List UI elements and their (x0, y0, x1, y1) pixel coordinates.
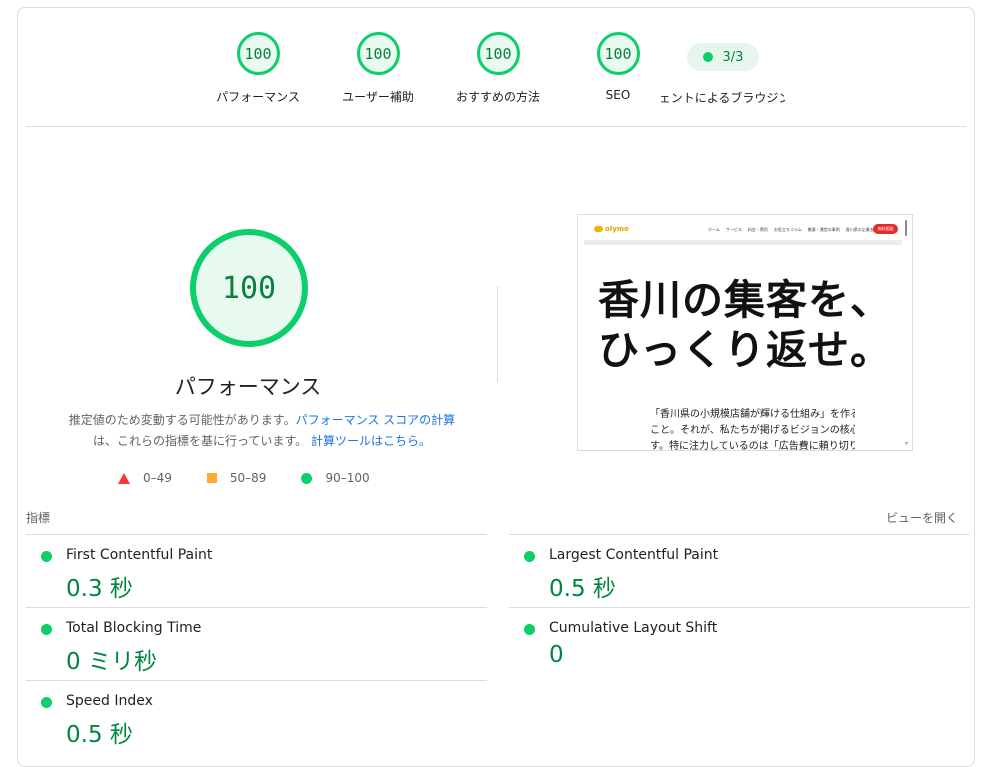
final-screenshot-thumbnail[interactable]: olyme ホーム サービス 料金・費用 お役立ちコラム 集客・運営の事例 香川… (577, 214, 913, 451)
legend-pass: 90–100 (301, 471, 370, 485)
metric-title: First Contentful Paint (66, 547, 213, 563)
legend-average: 50–89 (206, 471, 267, 485)
metric-title: Largest Contentful Paint (549, 547, 719, 563)
legend-fail-range: 0–49 (143, 471, 172, 485)
gauge-seo-score: 100 (596, 32, 640, 75)
gauge-best-practices[interactable]: 100 おすすめの方法 (448, 32, 548, 105)
site-cta-button: 無料相談 (873, 224, 898, 234)
gauge-accessibility-label: ユーザー補助 (342, 90, 414, 104)
legend-pass-range: 90–100 (325, 471, 370, 485)
gauge-performance-score: 100 (236, 32, 280, 75)
gauge-agentic-browsing[interactable]: 3/3 エージェントによるブラウジング (661, 32, 785, 106)
pass-dot-icon (524, 624, 535, 635)
performance-description: 推定値のため変動する可能性があります。パフォーマンス スコアの計算 は、これらの… (46, 410, 478, 452)
pass-dot-icon (41, 551, 52, 562)
site-menu-item: ホーム (708, 227, 720, 232)
performance-score-gauge: 100 (190, 229, 308, 347)
average-square-icon (206, 473, 217, 483)
scroll-down-icon: ▾ (904, 440, 908, 447)
gauge-best-practices-label: おすすめの方法 (455, 90, 540, 104)
metric-speed-index: Speed Index 0.5 秒 (26, 680, 487, 753)
site-menu-item: お役立ちコラム (773, 227, 802, 232)
metric-title: Speed Index (66, 693, 153, 709)
gauge-best-practices-score: 100 (476, 32, 520, 75)
pass-dot-icon (524, 551, 535, 562)
site-menu: ホーム サービス 料金・費用 お役立ちコラム 集客・運営の事例 香川県の企業支援 (708, 227, 878, 233)
view-toggle-button[interactable]: ビューを開く (886, 509, 958, 526)
metric-value: 0.3 秒 (66, 576, 133, 602)
site-menu-item: サービス (725, 227, 742, 232)
agentic-browsing-badge: 3/3 (687, 43, 759, 71)
score-calc-link[interactable]: パフォーマンス スコアの計算 (296, 413, 456, 427)
site-logo: olyme (594, 225, 629, 233)
pass-dot-icon (41, 624, 52, 635)
gauge-accessibility[interactable]: 100 ユーザー補助 (328, 32, 428, 105)
metric-value: 0 ミリ秒 (66, 649, 157, 675)
site-header-bar (584, 240, 902, 245)
gauge-performance[interactable]: 100 パフォーマンス (208, 32, 308, 105)
category-gauges: 100 パフォーマンス 100 ユーザー補助 100 おすすめの方法 100 S… (18, 8, 974, 128)
site-body-text: 「香川県の小規模店舗が輝ける仕組み」を作る こと。それが、私たちが掲げるビジョン… (650, 409, 855, 451)
pass-dot-icon (702, 52, 713, 62)
score-legend: 0–49 50–89 90–100 (118, 471, 405, 485)
site-hero-heading: 香川の集客を、 ひっくり返せ。 (598, 276, 892, 374)
pass-dot-icon (41, 697, 52, 708)
legend-average-range: 50–89 (229, 471, 267, 485)
fail-triangle-icon (118, 472, 130, 484)
metric-cls: Cumulative Layout Shift 0 (509, 607, 970, 680)
metric-value: 0 (549, 642, 564, 668)
pass-circle-icon (301, 472, 313, 484)
desc-text-2: は、これらの指標を基に行っています。 (92, 434, 308, 448)
metric-tbt: Total Blocking Time 0 ミリ秒 (26, 607, 487, 680)
gauge-accessibility-score: 100 (356, 32, 400, 75)
gauge-seo[interactable]: 100 SEO (568, 32, 668, 102)
gauge-performance-label: パフォーマンス (216, 90, 300, 104)
gauge-seo-label: SEO (605, 88, 631, 102)
site-scrollbar (905, 220, 907, 236)
vertical-divider (497, 286, 498, 382)
legend-fail: 0–49 (118, 471, 172, 485)
metric-fcp: First Contentful Paint 0.3 秒 (26, 534, 487, 607)
performance-title: パフォーマンス (174, 375, 322, 399)
site-menu-item: 集客・運営の事例 (807, 227, 840, 232)
metrics-header: 指標 (26, 511, 51, 525)
agentic-browsing-label: エージェントによるブラウジング (661, 91, 785, 105)
calculator-link[interactable]: 計算ツールはこちら。 (311, 434, 431, 448)
metric-lcp: Largest Contentful Paint 0.5 秒 (509, 534, 970, 607)
metric-value: 0.5 秒 (549, 576, 616, 602)
metric-title: Total Blocking Time (66, 620, 202, 636)
desc-text-1: 推定値のため変動する可能性があります。 (68, 413, 296, 427)
agentic-browsing-score: 3/3 (722, 49, 744, 65)
site-menu-item: 料金・費用 (747, 227, 768, 232)
header-divider (26, 126, 966, 127)
metric-title: Cumulative Layout Shift (549, 620, 718, 636)
lighthouse-report-card: 100 パフォーマンス 100 ユーザー補助 100 おすすめの方法 100 S… (17, 7, 975, 767)
